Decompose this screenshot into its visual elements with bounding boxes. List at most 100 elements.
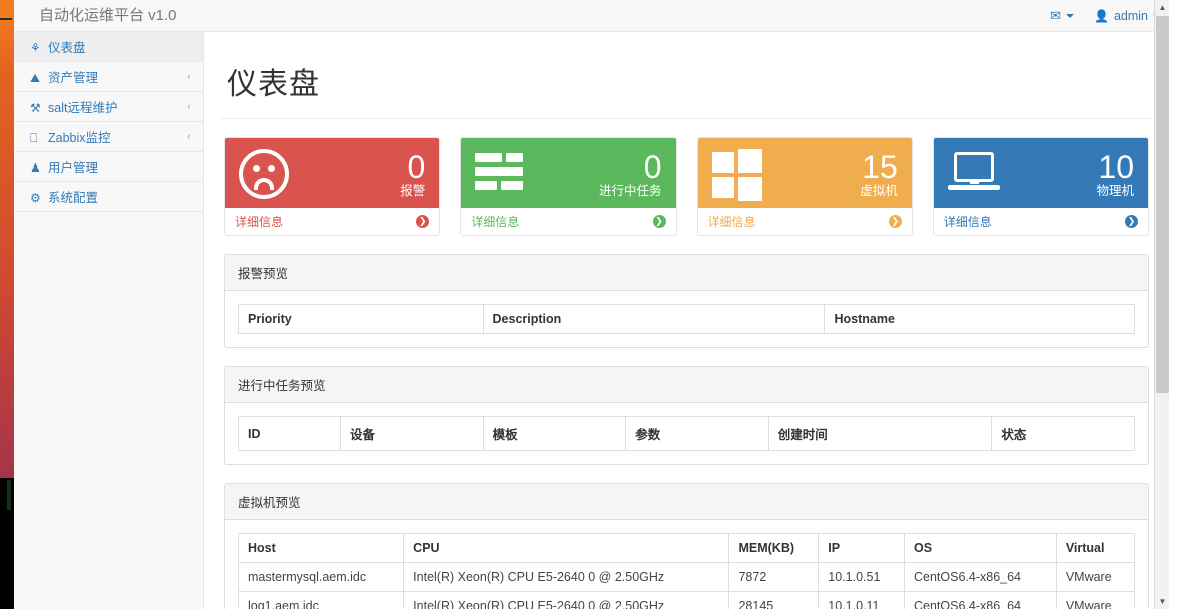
messages-menu[interactable]: ✉ bbox=[1050, 8, 1074, 24]
table-cell: 10.1.0.11 bbox=[818, 591, 905, 609]
column-header: ID bbox=[237, 416, 342, 451]
column-header: Host bbox=[237, 533, 405, 563]
stat-card-link[interactable]: 详细信息 bbox=[471, 213, 519, 230]
tasks-icon bbox=[475, 149, 527, 201]
column-header: OS bbox=[903, 533, 1057, 563]
stat-card-label: 物理机 bbox=[1096, 183, 1134, 198]
table-cell: CentOS6.4-x86_64 bbox=[903, 591, 1057, 609]
stat-card-3[interactable]: 10 物理机 详细信息 ❯ bbox=[932, 137, 1149, 236]
scroll-up-arrow[interactable]: ▲ bbox=[1155, 0, 1169, 15]
stat-card-footer[interactable]: 详细信息 ❯ bbox=[225, 208, 440, 235]
column-header: 模板 bbox=[482, 416, 627, 451]
arrow-right-icon[interactable]: ❯ bbox=[1125, 215, 1138, 228]
sidebar-item-label: 系统配置 bbox=[48, 190, 99, 205]
background-window-corner bbox=[0, 0, 12, 20]
stat-card-link[interactable]: 详细信息 bbox=[235, 213, 283, 230]
arrow-right-icon[interactable]: ❯ bbox=[652, 215, 666, 228]
chevron-left-icon: ‹ bbox=[187, 101, 191, 113]
table-cell: VMware bbox=[1055, 562, 1136, 592]
column-header: MEM(KB) bbox=[728, 533, 820, 563]
dashboard-icon: ⚘ bbox=[30, 40, 41, 55]
table-cell: 7872 bbox=[728, 562, 820, 592]
table-header-row: ID 设备 模板 参数 创建时间 状态 bbox=[237, 416, 1135, 451]
app-brand-title[interactable]: 自动化运维平台 v1.0 bbox=[39, 0, 177, 32]
sidebar-item-label: salt远程维护 bbox=[48, 100, 118, 115]
stat-card-count: 0 bbox=[643, 148, 662, 185]
chevron-left-icon: ‹ bbox=[187, 71, 191, 83]
linux-icon: ⛰ bbox=[30, 70, 41, 85]
sidebar-item-5[interactable]: ⚙ 系统配置 bbox=[14, 182, 203, 212]
data-table: Host CPU MEM(KB) IP OS Virtual mastermysql.aem… bbox=[237, 533, 1136, 609]
stat-card-footer[interactable]: 详细信息 ❯ bbox=[697, 208, 912, 235]
sidebar-item-2[interactable]: ⚒ salt远程维护 ‹ bbox=[14, 92, 203, 122]
column-header: 状态 bbox=[991, 416, 1135, 451]
table-cell: log1.aem.idc bbox=[237, 591, 405, 609]
column-header: 设备 bbox=[340, 416, 484, 451]
windows-icon bbox=[711, 149, 764, 201]
table-header-row: Priority Description Hostname bbox=[238, 304, 1135, 334]
stat-card-label: 报警 bbox=[400, 183, 426, 198]
stat-card-2[interactable]: 15 虚拟机 详细信息 ❯ bbox=[696, 137, 913, 236]
column-header: CPU bbox=[403, 533, 730, 563]
column-header: IP bbox=[818, 533, 905, 563]
stat-card-body: 0 报警 bbox=[225, 138, 440, 208]
stat-card-body: 10 物理机 bbox=[933, 138, 1148, 208]
column-header: 参数 bbox=[625, 416, 769, 451]
table-row[interactable]: log1.aem.idc Intel(R) Xeon(R) CPU E5-2640… bbox=[237, 591, 1136, 609]
panel-title: 报警预览 bbox=[225, 255, 1148, 291]
table-cell: 28145 bbox=[728, 591, 820, 609]
stat-card-count: 10 bbox=[1098, 148, 1134, 185]
scrollbar-thumb[interactable] bbox=[1156, 16, 1169, 393]
table-cell: VMware bbox=[1055, 591, 1136, 609]
arrow-right-icon[interactable]: ❯ bbox=[888, 215, 902, 228]
column-header: Description bbox=[482, 304, 826, 334]
sidebar-item-1[interactable]: ⛰ 资产管理 ‹ bbox=[14, 62, 203, 92]
sidebar: ⚘ 仪表盘 ⛰ 资产管理 ‹ ⚒ salt远程维护 ‹ ⎕ Zabbix监控 ‹ ♟ 用户管理 ⚙ 系统配置 bbox=[14, 32, 204, 609]
stat-card-footer[interactable]: 详细信息 ❯ bbox=[461, 208, 676, 235]
stat-card-1[interactable]: 0 进行中任务详细信息 ❯ bbox=[460, 137, 677, 236]
stat-card-0[interactable]: 0 报警详细信息 ❯ bbox=[224, 137, 441, 236]
table-row[interactable]: mastermysql.aem.idc Intel(R) Xeon(R) CPU … bbox=[237, 562, 1136, 592]
panel-title: 虚拟机预览 bbox=[225, 484, 1148, 520]
panel-body: Priority Description Hostname bbox=[225, 291, 1148, 347]
stat-card-link[interactable]: 详细信息 bbox=[944, 213, 992, 230]
stat-card-count: 15 bbox=[862, 148, 898, 185]
navbar-right-group: ✉ 👤 admin bbox=[1050, 0, 1161, 32]
table-cell: 10.1.0.51 bbox=[818, 562, 905, 592]
chevron-down-icon bbox=[1066, 14, 1074, 18]
stat-card-footer[interactable]: 详细信息 ❯ bbox=[933, 208, 1148, 235]
laptop-icon bbox=[947, 149, 1000, 201]
wrench-icon: ⚒ bbox=[30, 100, 41, 115]
sidebar-item-label: Zabbix监控 bbox=[48, 130, 111, 145]
sidebar-item-3[interactable]: ⎕ Zabbix监控 ‹ bbox=[14, 122, 203, 152]
sidebar-item-4[interactable]: ♟ 用户管理 bbox=[14, 152, 203, 182]
panel-2: 虚拟机预览 Host CPU MEM(KB) IP OS Virtual mastermysq… bbox=[224, 483, 1149, 609]
panel-body: ID 设备 模板 参数 创建时间 状态 bbox=[225, 403, 1148, 464]
column-header: Hostname bbox=[824, 304, 1135, 334]
sidebar-item-0[interactable]: ⚘ 仪表盘 bbox=[14, 32, 203, 62]
stat-card-body: 0 进行中任务 bbox=[461, 138, 676, 208]
data-table: ID 设备 模板 参数 创建时间 状态 bbox=[237, 416, 1135, 451]
user-icon: 👤 bbox=[1094, 9, 1109, 23]
column-header: 创建时间 bbox=[767, 416, 993, 451]
stat-card-link[interactable]: 详细信息 bbox=[708, 213, 756, 230]
column-header: Virtual bbox=[1055, 533, 1136, 563]
stat-card-row: 0 报警 详细信息 ❯ 0 进行中任务 详细信息 ❯ 15 虚拟机 详细信息 ❯ 10 物理机 详细信息 ❯ bbox=[221, 137, 1152, 236]
arrow-right-icon[interactable]: ❯ bbox=[416, 215, 430, 228]
stat-card-body: 15 虚拟机 bbox=[697, 138, 912, 208]
scroll-down-arrow[interactable]: ▼ bbox=[1155, 594, 1169, 609]
panel-body: Host CPU MEM(KB) IP OS Virtual mastermysql.aem… bbox=[225, 520, 1148, 609]
user-icon: ♟ bbox=[30, 160, 41, 175]
table-cell: Intel(R) Xeon(R) CPU E5-2640 0 @ 2.50GHz bbox=[403, 591, 730, 609]
table-cell: CentOS6.4-x86_64 bbox=[903, 562, 1057, 592]
column-header: Priority bbox=[238, 304, 484, 334]
main-content: 仪表盘 0 报警 详细信息 ❯ 0 进行中任务 详细信息 ❯ 15 虚拟机 详细信息 ❯ 10 物理机 详细… bbox=[204, 32, 1169, 609]
stat-card-values: 15 虚拟机 bbox=[764, 148, 898, 199]
stat-card-label: 虚拟机 bbox=[860, 183, 898, 198]
gear-icon: ⚙ bbox=[30, 190, 41, 205]
desktop-taskbar-edge bbox=[0, 478, 14, 609]
user-menu[interactable]: 👤 admin bbox=[1094, 9, 1161, 23]
browser-viewport: 自动化运维平台 v1.0 ✉ 👤 admin ⚘ 仪表盘 ⛰ 资产管理 ‹ ⚒ salt远程… bbox=[14, 0, 1169, 609]
stat-card-values: 10 物理机 bbox=[1000, 148, 1134, 199]
page-scrollbar[interactable]: ▲ ▼ bbox=[1154, 0, 1169, 609]
